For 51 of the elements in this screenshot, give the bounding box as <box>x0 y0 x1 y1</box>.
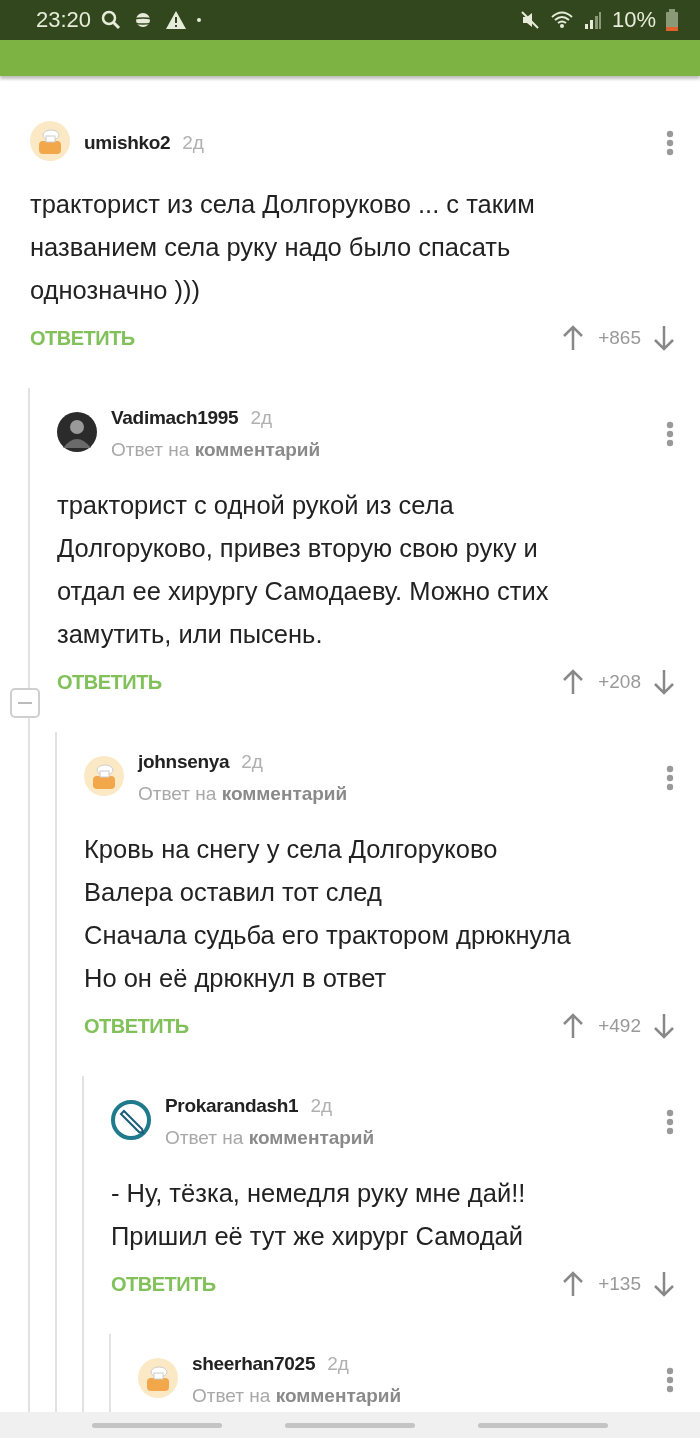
collapse-button[interactable] <box>10 688 40 718</box>
comment-text: - Ну, тёзка, немедля руку мне дай!! Пришил её тут же хирург Самодай <box>111 1178 527 1252</box>
comment-age: 2д <box>327 1352 349 1376</box>
rating-score: +135 <box>598 1273 641 1295</box>
downvote-icon[interactable] <box>653 1013 675 1039</box>
comment-age: 2д <box>182 131 204 155</box>
comment-age: 2д <box>310 1094 333 1118</box>
avatar-icon <box>30 121 70 161</box>
avatar-icon <box>57 412 97 452</box>
more-icon[interactable] <box>665 1107 675 1137</box>
reply-to-text: Ответ на комментарий <box>138 782 349 806</box>
warning-icon <box>165 10 188 30</box>
upvote-icon[interactable] <box>562 1271 585 1297</box>
more-icon[interactable] <box>665 419 675 449</box>
reply-to-text: Ответ на комментарий <box>111 438 322 462</box>
avatar-icon <box>111 1100 151 1140</box>
avatar-icon <box>84 756 124 796</box>
reply-to-text: Ответ на комментарий <box>192 1384 403 1408</box>
author-name[interactable]: johnsenya <box>138 746 230 778</box>
more-icon[interactable] <box>665 763 675 793</box>
rating-score: +492 <box>598 1015 641 1037</box>
upvote-icon[interactable] <box>562 669 585 695</box>
battery-icon <box>666 9 678 31</box>
comment-text: тракторист с одной рукой из села Долгоруково, привез вторую свою руку и отдал ее хирургу Самодаеву. Можно стих замутить, или пысень. <box>57 490 550 650</box>
comment-text: Кровь на снегу у села Долгоруково Валера оставил тот след Сначала судьба его трактором дрюкнула Но он её дрюкнул в ответ <box>84 834 572 994</box>
minus-icon <box>18 702 32 704</box>
downvote-icon[interactable] <box>653 669 675 695</box>
author-name[interactable]: umishko2 <box>84 127 171 159</box>
comment-age: 2д <box>241 750 263 774</box>
reply-to-text: Ответ на комментарий <box>165 1126 376 1150</box>
author-name[interactable]: Vadimach1995 <box>111 402 239 434</box>
signal-icon <box>583 10 602 30</box>
author-name[interactable]: Prokarandash1 <box>165 1090 299 1122</box>
rating-score: +208 <box>598 671 641 693</box>
avatar-icon <box>138 1358 178 1398</box>
downvote-icon[interactable] <box>653 325 675 351</box>
mute-icon <box>519 10 540 30</box>
clock: 23:20 <box>36 7 92 33</box>
battery-percent: 10% <box>611 7 656 33</box>
author-name[interactable]: sheerhan7025 <box>192 1348 316 1380</box>
comment-age: 2д <box>250 406 273 430</box>
dot-icon <box>197 18 202 22</box>
upvote-icon[interactable] <box>562 325 585 351</box>
comment-text: тракторист из села Долгоруково ... с таким названием села руку надо было спасать однозначно ))) <box>30 189 536 306</box>
downvote-icon[interactable] <box>653 1271 675 1297</box>
search-icon <box>101 10 122 30</box>
more-icon[interactable] <box>665 128 675 158</box>
wifi-icon <box>549 10 574 30</box>
upvote-icon[interactable] <box>562 1013 585 1039</box>
rating-score: +865 <box>598 327 641 349</box>
more-icon[interactable] <box>665 1365 675 1395</box>
